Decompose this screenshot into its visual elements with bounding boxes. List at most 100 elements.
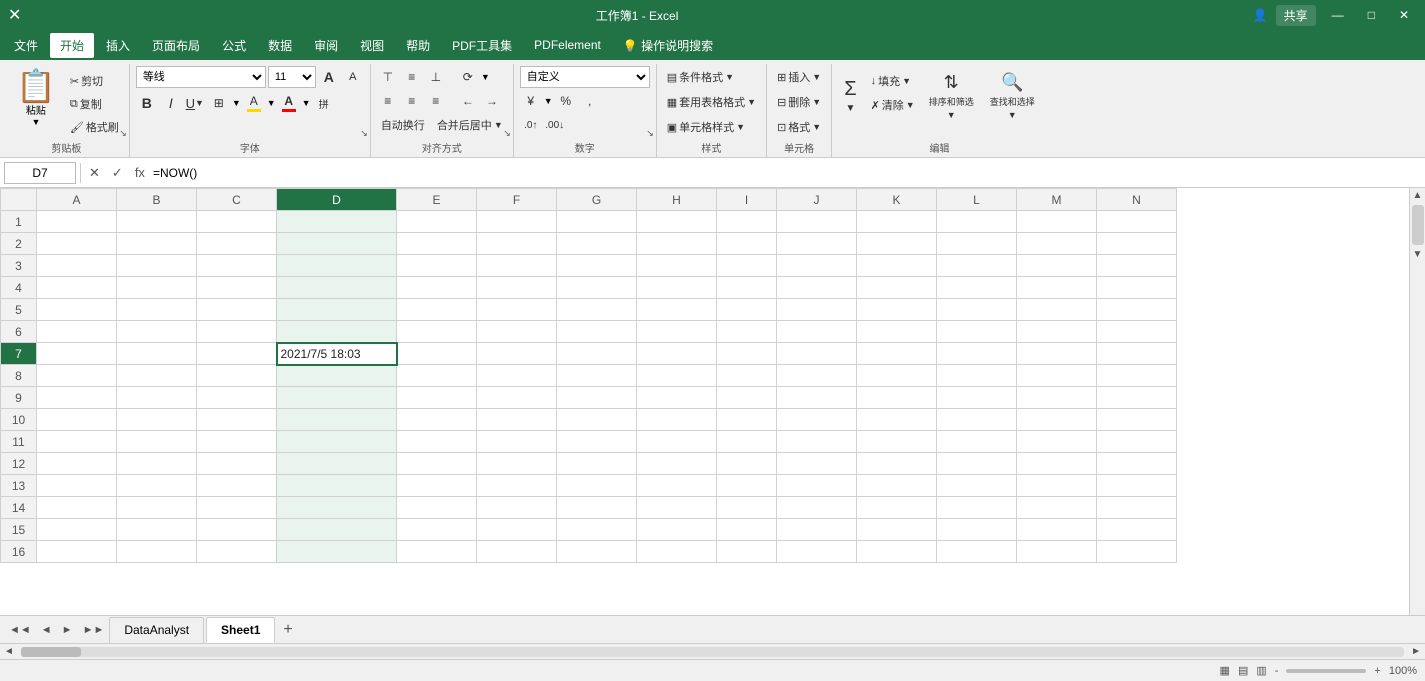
- cell-G10[interactable]: [557, 409, 637, 431]
- cell-M3[interactable]: [1017, 255, 1097, 277]
- cell-H5[interactable]: [637, 299, 717, 321]
- cell-M12[interactable]: [1017, 453, 1097, 475]
- font-color-button[interactable]: A: [278, 92, 300, 114]
- cell-D15[interactable]: [277, 519, 397, 541]
- menu-item-view[interactable]: 视图: [350, 33, 394, 58]
- cell-D8[interactable]: [277, 365, 397, 387]
- cell-G16[interactable]: [557, 541, 637, 563]
- cell-M16[interactable]: [1017, 541, 1097, 563]
- cell-A12[interactable]: [37, 453, 117, 475]
- cell-K15[interactable]: [857, 519, 937, 541]
- cell-N10[interactable]: [1097, 409, 1177, 431]
- cell-C16[interactable]: [197, 541, 277, 563]
- cell-M14[interactable]: [1017, 497, 1097, 519]
- scroll-thumb[interactable]: [1412, 205, 1424, 245]
- cell-A5[interactable]: [37, 299, 117, 321]
- menu-item-insert[interactable]: 插入: [96, 33, 140, 58]
- h-scroll-track[interactable]: [21, 647, 1404, 657]
- cell-K13[interactable]: [857, 475, 937, 497]
- phonetic-button[interactable]: 拼: [313, 92, 335, 114]
- conditional-format-button[interactable]: ▤ 条件格式 ▼: [663, 66, 760, 88]
- cell-F7[interactable]: [477, 343, 557, 365]
- cell-E3[interactable]: [397, 255, 477, 277]
- menu-item-search[interactable]: 💡 操作说明搜索: [613, 33, 723, 58]
- cell-L5[interactable]: [937, 299, 1017, 321]
- cell-I14[interactable]: [717, 497, 777, 519]
- cell-F12[interactable]: [477, 453, 557, 475]
- cell-K8[interactable]: [857, 365, 937, 387]
- cell-D11[interactable]: [277, 431, 397, 453]
- cell-B16[interactable]: [117, 541, 197, 563]
- cell-F1[interactable]: [477, 211, 557, 233]
- cell-B14[interactable]: [117, 497, 197, 519]
- cell-M8[interactable]: [1017, 365, 1097, 387]
- cell-J6[interactable]: [777, 321, 857, 343]
- row-header-16[interactable]: 16: [1, 541, 37, 563]
- font-name-select[interactable]: 等线: [136, 66, 266, 88]
- wrap-text-button[interactable]: 自动换行: [377, 114, 429, 136]
- add-sheet-button[interactable]: +: [277, 621, 298, 639]
- cell-I9[interactable]: [717, 387, 777, 409]
- cell-F14[interactable]: [477, 497, 557, 519]
- cell-J16[interactable]: [777, 541, 857, 563]
- cell-F6[interactable]: [477, 321, 557, 343]
- increase-decimal-button[interactable]: .0↑: [520, 114, 542, 136]
- cell-E1[interactable]: [397, 211, 477, 233]
- cell-M11[interactable]: [1017, 431, 1097, 453]
- cell-G9[interactable]: [557, 387, 637, 409]
- sum-button[interactable]: Σ ▼: [838, 66, 862, 126]
- row-header-1[interactable]: 1: [1, 211, 37, 233]
- close-button[interactable]: ✕: [1391, 8, 1417, 22]
- cell-B8[interactable]: [117, 365, 197, 387]
- row-header-13[interactable]: 13: [1, 475, 37, 497]
- cell-J5[interactable]: [777, 299, 857, 321]
- cell-D3[interactable]: [277, 255, 397, 277]
- cell-L12[interactable]: [937, 453, 1017, 475]
- insert-button[interactable]: ⊞ 插入 ▼: [773, 66, 825, 88]
- cell-A4[interactable]: [37, 277, 117, 299]
- row-header-8[interactable]: 8: [1, 365, 37, 387]
- cell-B2[interactable]: [117, 233, 197, 255]
- cell-N1[interactable]: [1097, 211, 1177, 233]
- cell-E11[interactable]: [397, 431, 477, 453]
- row-header-11[interactable]: 11: [1, 431, 37, 453]
- cell-K2[interactable]: [857, 233, 937, 255]
- cell-J3[interactable]: [777, 255, 857, 277]
- cell-J9[interactable]: [777, 387, 857, 409]
- clear-button[interactable]: ✗ 清除 ▼: [867, 94, 919, 116]
- cell-L9[interactable]: [937, 387, 1017, 409]
- fill-color-button[interactable]: A: [243, 92, 265, 114]
- menu-item-pdfelement[interactable]: PDFelement: [524, 34, 611, 56]
- cell-E6[interactable]: [397, 321, 477, 343]
- col-header-A[interactable]: A: [37, 189, 117, 211]
- cell-G6[interactable]: [557, 321, 637, 343]
- cell-L11[interactable]: [937, 431, 1017, 453]
- cell-C13[interactable]: [197, 475, 277, 497]
- cell-D13[interactable]: [277, 475, 397, 497]
- cell-E12[interactable]: [397, 453, 477, 475]
- cell-N2[interactable]: [1097, 233, 1177, 255]
- cell-N7[interactable]: [1097, 343, 1177, 365]
- cell-L3[interactable]: [937, 255, 1017, 277]
- cell-I5[interactable]: [717, 299, 777, 321]
- col-header-K[interactable]: K: [857, 189, 937, 211]
- cell-E15[interactable]: [397, 519, 477, 541]
- cell-J12[interactable]: [777, 453, 857, 475]
- cell-I13[interactable]: [717, 475, 777, 497]
- cell-G2[interactable]: [557, 233, 637, 255]
- format-button[interactable]: ⊡ 格式 ▼: [773, 116, 825, 138]
- cell-D16[interactable]: [277, 541, 397, 563]
- cell-A14[interactable]: [37, 497, 117, 519]
- cell-B6[interactable]: [117, 321, 197, 343]
- copy-button[interactable]: ⧉ 复制: [66, 93, 123, 115]
- row-header-14[interactable]: 14: [1, 497, 37, 519]
- bottom-align-button[interactable]: ⊥: [425, 66, 447, 88]
- col-header-N[interactable]: N: [1097, 189, 1177, 211]
- cell-A1[interactable]: [37, 211, 117, 233]
- cell-B7[interactable]: [117, 343, 197, 365]
- cell-E4[interactable]: [397, 277, 477, 299]
- cell-C4[interactable]: [197, 277, 277, 299]
- cell-I16[interactable]: [717, 541, 777, 563]
- cell-I2[interactable]: [717, 233, 777, 255]
- col-header-J[interactable]: J: [777, 189, 857, 211]
